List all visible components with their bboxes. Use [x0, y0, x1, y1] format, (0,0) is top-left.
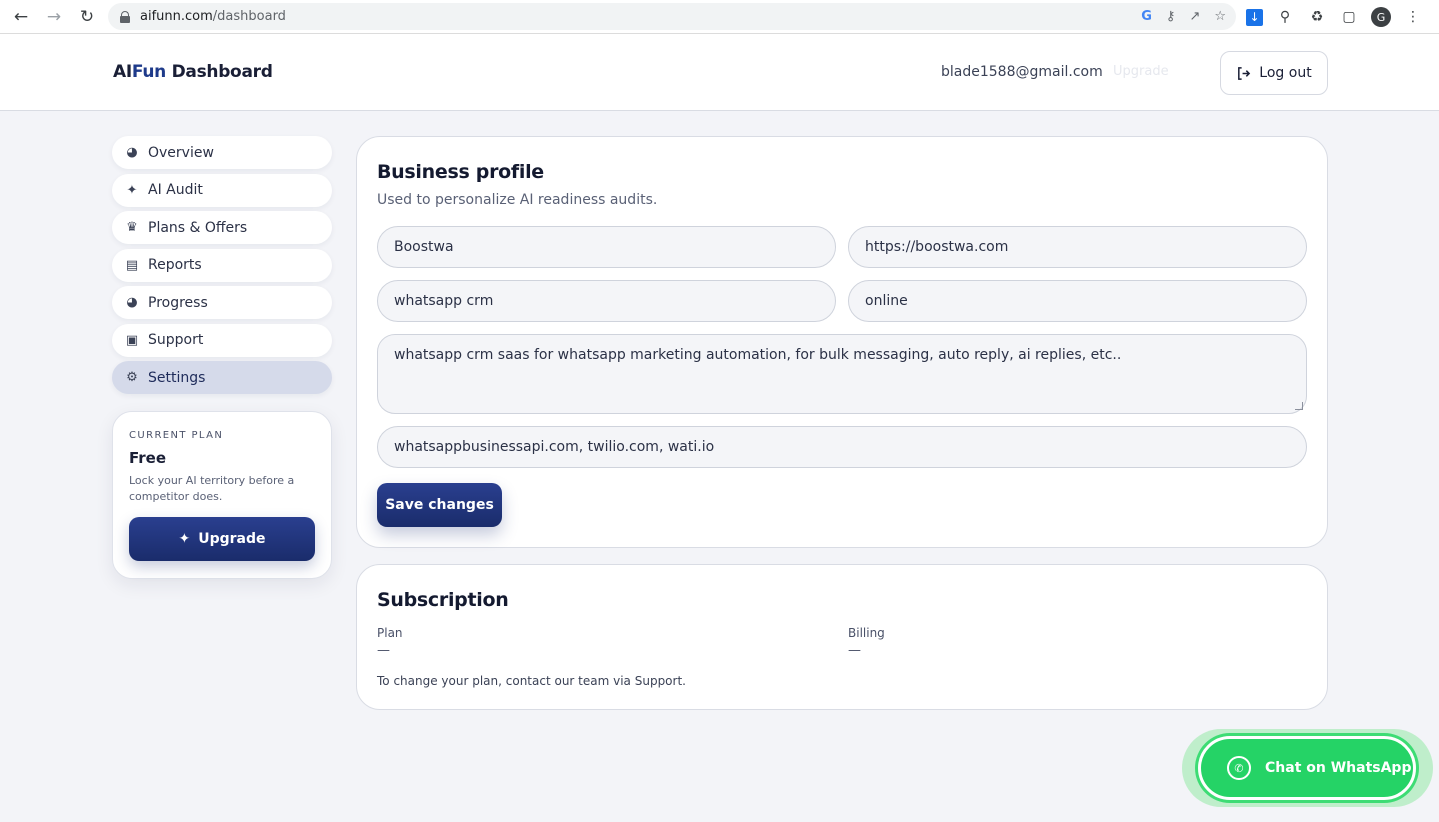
- url-text: aifunn.com/dashboard: [140, 9, 286, 24]
- save-changes-button[interactable]: Save changes: [377, 483, 502, 527]
- app-header: AIFun Dashboard blade1588@gmail.com Upgr…: [0, 34, 1439, 111]
- business-profile-title: Business profile: [377, 161, 544, 183]
- logout-icon: [1238, 66, 1251, 80]
- description-text: whatsapp crm saas for whatsapp marketing…: [394, 347, 1122, 363]
- gear-icon: ⚙: [126, 370, 138, 385]
- reload-icon[interactable]: ↻: [72, 2, 102, 32]
- website-field[interactable]: https://boostwa.com: [848, 226, 1307, 268]
- share-icon[interactable]: ↗: [1189, 9, 1200, 24]
- key-icon[interactable]: ⚷: [1166, 9, 1176, 24]
- industry-field[interactable]: whatsapp crm: [377, 280, 836, 322]
- sidebar-item-label: Support: [148, 332, 204, 348]
- resize-handle-icon[interactable]: [1295, 402, 1303, 410]
- competitors-field[interactable]: whatsappbusinessapi.com, twilio.com, wat…: [377, 426, 1307, 468]
- document-icon: ▤: [125, 257, 139, 273]
- sidebar-nav: ◕ Overview ✦ AI Audit ♛ Plans & Offers ▤ Rep…: [112, 136, 332, 399]
- whatsapp-label: Chat on WhatsApp: [1265, 760, 1412, 776]
- sidebar-item-progress[interactable]: ◕ Progress: [112, 286, 332, 319]
- subscription-note: To change your plan, contact our team vi…: [377, 674, 686, 688]
- whatsapp-icon: ✆: [1227, 756, 1251, 780]
- user-email: blade1588@gmail.com: [941, 64, 1103, 80]
- address-bar[interactable]: aifunn.com/dashboard G ⚷ ↗ ☆: [108, 3, 1236, 30]
- sidebar-item-settings[interactable]: ⚙ Settings: [112, 361, 332, 394]
- sidebar-item-ai-audit[interactable]: ✦ AI Audit: [112, 173, 332, 207]
- business-profile-card: Business profile Used to personalize AI …: [356, 136, 1328, 548]
- browser-toolbar: ← → ↻ aifunn.com/dashboard G ⚷ ↗ ☆ ↓ ⚲ ♻…: [0, 0, 1439, 34]
- menu-kebab-icon[interactable]: ⋮: [1403, 9, 1423, 25]
- upgrade-label: Upgrade: [198, 531, 266, 547]
- sidebar-item-plans-offers[interactable]: ♛ Plans & Offers: [112, 211, 332, 244]
- crown-icon: ♛: [126, 220, 138, 235]
- subscription-title: Subscription: [377, 589, 509, 611]
- plan-kicker: CURRENT PLAN: [129, 430, 224, 441]
- forward-icon[interactable]: →: [39, 2, 69, 32]
- download-icon[interactable]: ↓: [1246, 8, 1263, 26]
- search-extension-icon[interactable]: ⚲: [1275, 9, 1295, 25]
- business-name-field[interactable]: Boostwa: [377, 226, 836, 268]
- gauge-icon: ◕: [126, 295, 138, 310]
- gauge-icon: ◕: [126, 145, 138, 160]
- back-icon[interactable]: ←: [6, 2, 36, 32]
- sparkles-icon: ✦: [126, 182, 138, 198]
- sidebar-item-label: Plans & Offers: [148, 219, 248, 236]
- upgrade-button[interactable]: ✦ Upgrade: [129, 517, 315, 561]
- lock-icon: [120, 10, 130, 23]
- sidebar-item-label: Reports: [148, 257, 202, 273]
- location-field[interactable]: online: [848, 280, 1307, 322]
- plan-label: Plan: [377, 626, 403, 640]
- sidebar-item-support[interactable]: ▣ Support: [112, 323, 332, 357]
- brand-logo[interactable]: AIFun Dashboard: [113, 62, 273, 82]
- plan-name: Free: [129, 449, 167, 467]
- billing-value: —: [848, 643, 861, 658]
- header-upgrade-link[interactable]: Upgrade: [1113, 64, 1169, 79]
- billing-label: Billing: [848, 626, 885, 640]
- plan-description: Lock your AI territory before a competit…: [129, 474, 295, 503]
- sparkles-icon: ✦: [178, 531, 191, 547]
- puzzle-icon[interactable]: ♻: [1307, 9, 1327, 25]
- logout-label: Log out: [1259, 65, 1312, 81]
- description-textarea[interactable]: whatsapp crm saas for whatsapp marketing…: [377, 334, 1307, 414]
- chat-on-whatsapp-button[interactable]: ✆ Chat on WhatsApp: [1198, 736, 1416, 800]
- sidebar-item-reports[interactable]: ▤ Reports: [112, 248, 332, 282]
- current-plan-card: CURRENT PLAN Free Lock your AI territory…: [112, 411, 332, 579]
- sidebar-item-label: Settings: [148, 369, 206, 386]
- sidepanel-icon[interactable]: ▢: [1339, 9, 1359, 25]
- chat-icon: ▣: [125, 332, 139, 348]
- sidebar-item-label: Overview: [148, 144, 214, 161]
- business-profile-subtitle: Used to personalize AI readiness audits.: [377, 192, 658, 208]
- sidebar-item-label: Progress: [148, 294, 208, 311]
- sidebar-item-label: AI Audit: [148, 182, 203, 198]
- subscription-card: Subscription Plan — Billing — To change …: [356, 564, 1328, 710]
- google-icon[interactable]: G: [1141, 9, 1152, 24]
- logout-button[interactable]: Log out: [1220, 51, 1328, 95]
- star-icon[interactable]: ☆: [1214, 9, 1226, 24]
- sidebar-item-overview[interactable]: ◕ Overview: [112, 136, 332, 169]
- plan-value: —: [377, 643, 390, 658]
- profile-avatar[interactable]: G: [1371, 7, 1391, 27]
